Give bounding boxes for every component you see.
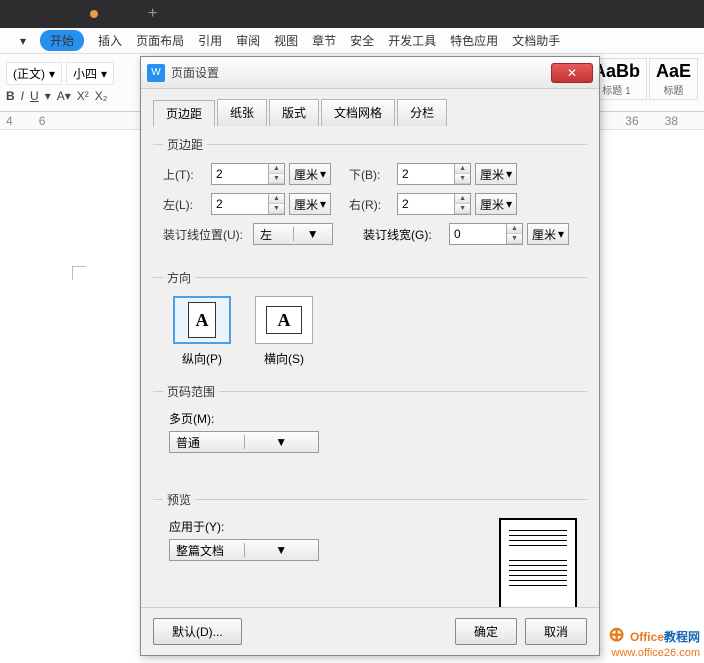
orientation-portrait[interactable]: A 纵向(P): [173, 296, 231, 367]
gutter-unit[interactable]: 厘米▾: [527, 223, 569, 245]
tab-margin[interactable]: 页边距: [153, 100, 215, 127]
menu-helper[interactable]: 文档助手: [512, 32, 560, 49]
orientation-landscape[interactable]: A 横向(S): [255, 296, 313, 367]
menu-chapter[interactable]: 章节: [312, 32, 336, 49]
multi-label: 多页(M):: [169, 410, 583, 427]
size-select[interactable]: 小四▾: [66, 62, 114, 85]
left-stepper[interactable]: ▲▼: [211, 193, 285, 215]
menu-review[interactable]: 审阅: [236, 32, 260, 49]
cancel-button[interactable]: 取消: [525, 618, 587, 645]
page-corner-icon: [72, 266, 86, 280]
multi-select[interactable]: 普通▼: [169, 431, 319, 453]
underline-button[interactable]: U: [30, 89, 39, 103]
menu-insert[interactable]: 插入: [98, 32, 122, 49]
font-color-button[interactable]: A▾: [57, 89, 71, 103]
gutter-width-label: 装订线宽(G):: [363, 226, 445, 243]
superscript-button[interactable]: X²: [77, 89, 89, 103]
gutter-pos-label: 装订线位置(U):: [163, 226, 249, 243]
right-label: 右(R):: [349, 196, 393, 213]
dialog-title: 页面设置: [171, 64, 551, 81]
font-select[interactable]: (正文)▾: [6, 62, 62, 85]
gutter-width-stepper[interactable]: ▲▼: [449, 223, 523, 245]
italic-button[interactable]: I: [21, 89, 24, 103]
close-button[interactable]: ✕: [551, 63, 593, 83]
watermark: ⊕ Office教程网 www.office26.com: [608, 622, 700, 659]
top-label: 上(T):: [163, 166, 207, 183]
ok-button[interactable]: 确定: [455, 618, 517, 645]
group-preview: 预览 应用于(Y): 整篇文档▼: [153, 491, 587, 607]
tab-format[interactable]: 版式: [269, 99, 319, 126]
tab-paper[interactable]: 纸张: [217, 99, 267, 126]
style-heading[interactable]: AaE标题: [649, 58, 698, 100]
apply-select[interactable]: 整篇文档▼: [169, 539, 319, 561]
top-unit[interactable]: 厘米▾: [289, 163, 331, 185]
dialog-titlebar[interactable]: W 页面设置 ✕: [141, 57, 599, 89]
bottom-unit[interactable]: 厘米▾: [475, 163, 517, 185]
bottom-stepper[interactable]: ▲▼: [397, 163, 471, 185]
menu-security[interactable]: 安全: [350, 32, 374, 49]
menu-special[interactable]: 特色应用: [450, 32, 498, 49]
right-unit[interactable]: 厘米▾: [475, 193, 517, 215]
bold-button[interactable]: B: [6, 89, 15, 103]
default-button[interactable]: 默认(D)...: [153, 618, 242, 645]
dialog-tabs: 页边距 纸张 版式 文档网格 分栏: [153, 99, 587, 126]
menu-bar: ▾ 开始 插入 页面布局 引用 审阅 视图 章节 安全 开发工具 特色应用 文档…: [0, 28, 704, 54]
menu-view[interactable]: 视图: [274, 32, 298, 49]
page-setup-dialog: W 页面设置 ✕ 页边距 纸张 版式 文档网格 分栏 页边距 上(T): ▲▼ …: [140, 56, 600, 656]
top-stepper[interactable]: ▲▼: [211, 163, 285, 185]
dialog-footer: 默认(D)... 确定 取消: [141, 607, 599, 655]
tab-indicator-icon: [90, 10, 98, 18]
menu-layout[interactable]: 页面布局: [136, 32, 184, 49]
menu-dev[interactable]: 开发工具: [388, 32, 436, 49]
left-label: 左(L):: [163, 196, 207, 213]
gutter-pos-select[interactable]: 左▼: [253, 223, 333, 245]
new-tab-button[interactable]: +: [138, 5, 167, 23]
group-margins: 页边距 上(T): ▲▼ 厘米▾ 下(B): ▲▼ 厘米▾ 左(L): ▲▼ 厘…: [153, 136, 587, 265]
bottom-label: 下(B):: [349, 166, 393, 183]
menu-dropdown-icon[interactable]: ▾: [20, 34, 26, 48]
page-preview-icon: [499, 518, 577, 607]
menu-ref[interactable]: 引用: [198, 32, 222, 49]
right-stepper[interactable]: ▲▼: [397, 193, 471, 215]
tab-grid[interactable]: 文档网格: [321, 99, 395, 126]
title-bar: +: [0, 0, 704, 28]
menu-start[interactable]: 开始: [40, 30, 84, 51]
wps-icon: W: [147, 64, 165, 82]
group-orientation: 方向 A 纵向(P) A 横向(S): [153, 269, 587, 379]
tab-column[interactable]: 分栏: [397, 99, 447, 126]
subscript-button[interactable]: X₂: [95, 89, 108, 103]
group-page-range: 页码范围 多页(M): 普通▼: [153, 383, 587, 465]
style-gallery: AaBb标题 1 AaE标题: [586, 58, 698, 100]
left-unit[interactable]: 厘米▾: [289, 193, 331, 215]
